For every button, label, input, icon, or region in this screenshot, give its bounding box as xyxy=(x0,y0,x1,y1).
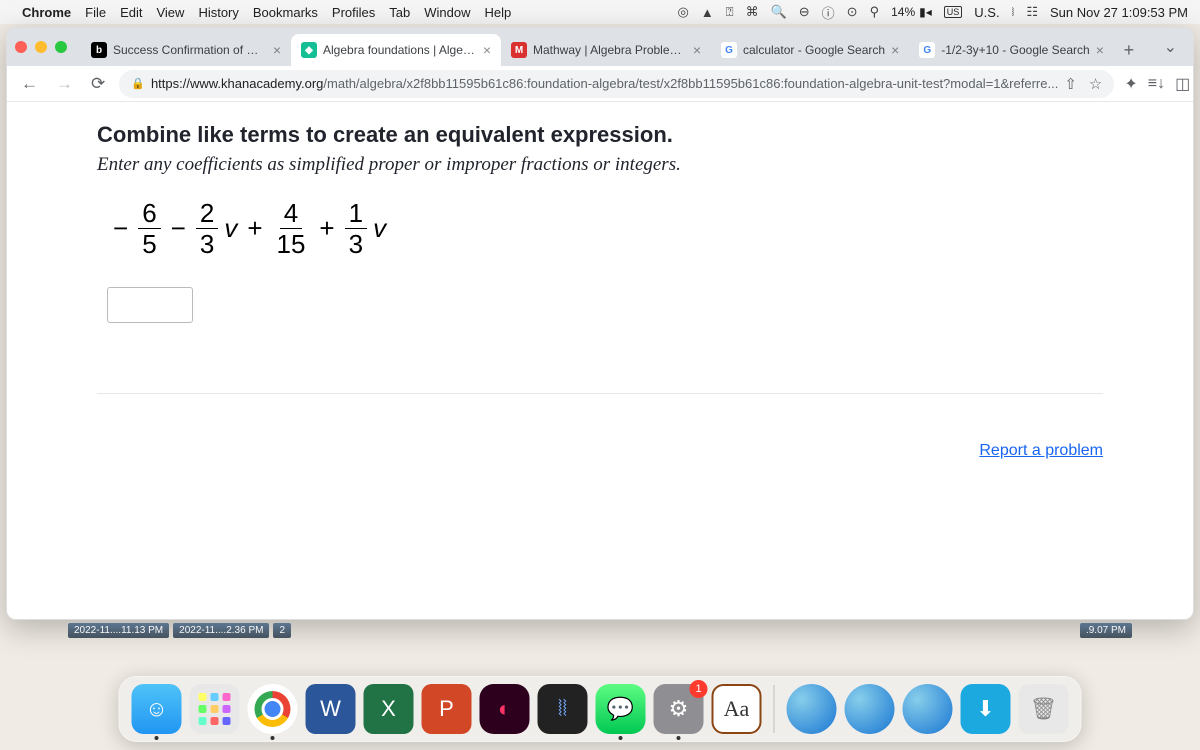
favicon: ◆ xyxy=(301,42,317,58)
dock-powerpoint[interactable]: P xyxy=(422,684,472,734)
report-problem-link[interactable]: Report a problem xyxy=(979,442,1103,460)
minimize-window-button[interactable] xyxy=(35,41,47,53)
side-panel-icon[interactable]: ◫ xyxy=(1175,74,1190,94)
tab-overflow-button[interactable]: ⌄ xyxy=(1156,37,1185,57)
favicon: M xyxy=(511,42,527,58)
dock-launchpad[interactable] xyxy=(190,684,240,734)
menu-window[interactable]: Window xyxy=(424,5,470,20)
bookmark-icon[interactable]: ☆ xyxy=(1089,75,1102,93)
browser-window: b Success Confirmation of Ques × ◆ Algebra f… xyxy=(6,27,1194,620)
status-icon[interactable]: ⌘ xyxy=(746,4,759,20)
browser-tab[interactable]: ◆ Algebra foundations | Algebra × xyxy=(291,34,501,66)
url-text: https://www.khanacademy.org/math/algebra… xyxy=(151,76,1058,91)
bluetooth-icon[interactable]: ⚲ xyxy=(870,4,880,20)
browser-tab[interactable]: b Success Confirmation of Ques × xyxy=(81,34,291,66)
menu-profiles[interactable]: Profiles xyxy=(332,5,375,20)
screenshot-thumb[interactable]: 2 xyxy=(273,623,291,638)
dock-creative-cloud[interactable]: ◐ xyxy=(480,684,530,734)
screenshot-thumb[interactable]: 2022-11....11.13 PM xyxy=(68,623,169,638)
dock-finder[interactable]: ☺ xyxy=(132,684,182,734)
input-source-label: U.S. xyxy=(974,5,999,20)
back-button[interactable]: ← xyxy=(17,70,42,98)
new-tab-button[interactable]: + xyxy=(1114,34,1144,66)
dock-app[interactable]: ⦚⦚ xyxy=(538,684,588,734)
dock-separator xyxy=(774,685,775,733)
math-expression: − 65 − 23v + 415 + 13v xyxy=(107,200,1103,257)
prompt-line-2: Enter any coefficients as simplified pro… xyxy=(97,154,1103,176)
status-icon[interactable]: ⊖ xyxy=(799,4,810,20)
dock-globe-app[interactable] xyxy=(787,684,837,734)
menu-view[interactable]: View xyxy=(156,5,184,20)
menu-file[interactable]: File xyxy=(85,5,106,20)
menu-bookmarks[interactable]: Bookmarks xyxy=(253,5,318,20)
dock-downloads[interactable]: ⬇ xyxy=(961,684,1011,734)
browser-tab[interactable]: M Mathway | Algebra Problem So × xyxy=(501,34,711,66)
dock-globe-app[interactable] xyxy=(903,684,953,734)
lock-icon: 🔒 xyxy=(131,77,145,90)
window-controls xyxy=(15,41,67,53)
status-icon[interactable]: ▲ xyxy=(701,5,714,20)
menu-help[interactable]: Help xyxy=(485,5,512,20)
dock-word[interactable]: W xyxy=(306,684,356,734)
battery-status[interactable]: 14% ▮◂ xyxy=(891,5,932,19)
screenshot-thumb[interactable]: .9.07 PM xyxy=(1080,623,1132,638)
tab-title: Success Confirmation of Ques xyxy=(113,43,267,57)
page-content: Combine like terms to create an equivale… xyxy=(7,102,1193,619)
extensions-icon[interactable]: ✦ xyxy=(1124,74,1137,94)
close-window-button[interactable] xyxy=(15,41,27,53)
share-icon[interactable]: ⇧ xyxy=(1064,75,1077,93)
app-name[interactable]: Chrome xyxy=(22,5,71,20)
favicon: G xyxy=(919,42,935,58)
divider xyxy=(97,393,1103,394)
dock-trash[interactable]: 🗑 xyxy=(1019,684,1069,734)
desktop-thumbnails: 2022-11....11.13 PM 2022-11....2.36 PM 2 xyxy=(68,623,291,638)
close-tab-icon[interactable]: × xyxy=(693,42,701,58)
browser-tab[interactable]: G -1/2-3y+10 - Google Search × xyxy=(909,34,1114,66)
menu-tab[interactable]: Tab xyxy=(389,5,410,20)
tab-title: Mathway | Algebra Problem So xyxy=(533,43,687,57)
status-icon[interactable]: ◎ xyxy=(678,4,689,20)
dock-excel[interactable]: X xyxy=(364,684,414,734)
clock[interactable]: Sun Nov 27 1:09:53 PM xyxy=(1050,5,1188,20)
close-tab-icon[interactable]: × xyxy=(1096,42,1104,58)
browser-toolbar: ← → ⟳ 🔒 https://www.khanacademy.org/math… xyxy=(7,66,1193,102)
close-tab-icon[interactable]: × xyxy=(891,42,899,58)
tab-title: calculator - Google Search xyxy=(743,43,885,57)
close-tab-icon[interactable]: × xyxy=(483,42,491,58)
menu-history[interactable]: History xyxy=(198,5,238,20)
control-center-icon[interactable]: ☷ xyxy=(1026,4,1038,20)
address-bar[interactable]: 🔒 https://www.khanacademy.org/math/algeb… xyxy=(119,70,1114,98)
dock-messages[interactable]: 💬 xyxy=(596,684,646,734)
wifi-icon[interactable]: ⧘ xyxy=(1012,4,1015,20)
close-tab-icon[interactable]: × xyxy=(273,42,281,58)
favicon: b xyxy=(91,42,107,58)
browser-tab[interactable]: Gcalculator - Google Search × xyxy=(711,34,909,66)
dock-globe-app[interactable] xyxy=(845,684,895,734)
macos-menubar: Chrome File Edit View History Bookmarks … xyxy=(0,0,1200,24)
prompt-line-1: Combine like terms to create an equivale… xyxy=(97,122,1103,148)
dock-chrome[interactable] xyxy=(248,684,298,734)
input-source[interactable]: US xyxy=(944,6,963,18)
dock-dictionary[interactable]: Aa xyxy=(712,684,762,734)
macos-dock: ☺ W X P ◐ ⦚⦚ 💬 ⚙1 Aa ⬇ 🗑 xyxy=(119,676,1082,742)
status-icon[interactable]: ⓘ xyxy=(822,3,835,22)
menu-edit[interactable]: Edit xyxy=(120,5,142,20)
status-icon[interactable]: ⊙ xyxy=(847,4,858,20)
tab-title: Algebra foundations | Algebra xyxy=(323,43,477,57)
reading-list-icon[interactable]: ≡↓ xyxy=(1148,75,1165,93)
reload-button[interactable]: ⟳ xyxy=(87,70,109,98)
answer-input[interactable] xyxy=(107,287,193,323)
favicon: G xyxy=(721,42,737,58)
status-icon[interactable]: ⍰ xyxy=(726,4,734,20)
maximize-window-button[interactable] xyxy=(55,41,67,53)
screenshot-thumb[interactable]: 2022-11....2.36 PM xyxy=(173,623,269,638)
tab-strip: b Success Confirmation of Ques × ◆ Algebra f… xyxy=(7,28,1193,66)
forward-button[interactable]: → xyxy=(52,70,77,98)
dock-system-preferences[interactable]: ⚙1 xyxy=(654,684,704,734)
search-icon[interactable]: 🔍 xyxy=(771,4,787,20)
tab-title: -1/2-3y+10 - Google Search xyxy=(941,43,1089,57)
